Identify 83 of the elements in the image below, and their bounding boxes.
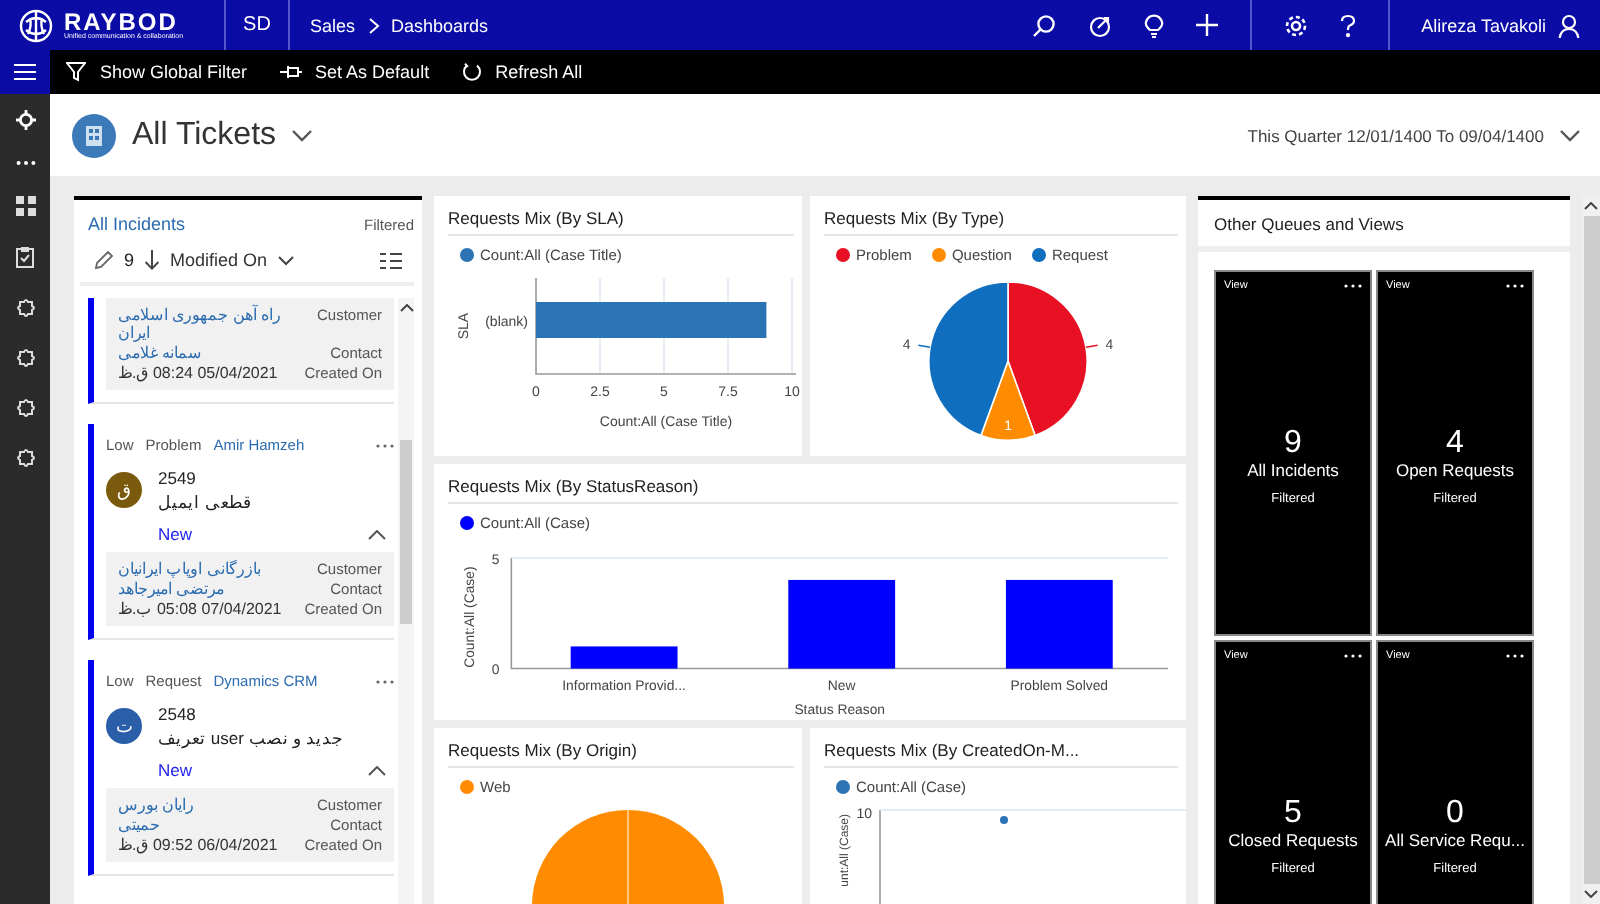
chevron-up-icon[interactable] — [1584, 202, 1598, 210]
detail-value[interactable]: حمیتی — [118, 816, 160, 834]
tile-name: Closed Requests — [1228, 830, 1358, 850]
dashboard-icon — [72, 113, 116, 157]
date-range-filter[interactable]: This Quarter 12/01/1400 To 09/04/1400 — [1247, 125, 1544, 145]
chevron-up-icon[interactable] — [399, 304, 413, 312]
pie-slice[interactable] — [1007, 281, 1088, 437]
status-label: New — [158, 524, 193, 544]
detail-value[interactable]: بازرگانی اوپاپ ایرانیان — [118, 560, 261, 578]
chevron-down-icon[interactable] — [292, 129, 313, 141]
refresh-icon — [461, 62, 482, 82]
avatar-initial: ت — [106, 708, 142, 744]
arrow-down-icon[interactable] — [144, 250, 161, 270]
list-options-icon[interactable] — [380, 251, 402, 269]
chevron-down-icon[interactable] — [1560, 129, 1580, 141]
scrollbar-thumb[interactable] — [1583, 216, 1599, 884]
axis-line — [879, 809, 881, 904]
tile-name: Open Requests — [1395, 460, 1515, 480]
incidents-title[interactable]: All Incidents — [88, 214, 186, 234]
tile-count: 9 — [1284, 428, 1302, 460]
chevron-up-icon[interactable] — [368, 529, 386, 539]
bar[interactable] — [788, 579, 896, 669]
command-button[interactable]: Set As Default — [263, 50, 446, 94]
target-icon[interactable] — [1087, 13, 1112, 37]
detail-value: 07/04/2021 05:08 ب.ظ — [118, 600, 282, 618]
user-name[interactable]: Alireza Tavakoli — [1421, 15, 1546, 35]
chevron-down-icon[interactable] — [1584, 890, 1598, 898]
chart-title: Requests Mix (By SLA) — [448, 196, 794, 236]
detail-value: 05/04/2021 08:24 ق.ظ — [118, 364, 278, 382]
chart-title: Requests Mix (By Origin) — [448, 728, 794, 768]
detail-value[interactable]: راه آهن جمهوری اسلامی ایران — [118, 306, 294, 342]
data-point[interactable] — [1000, 816, 1008, 824]
clipboard-icon[interactable] — [16, 246, 34, 268]
pie-slice[interactable] — [928, 281, 1009, 437]
bar[interactable] — [1005, 579, 1113, 669]
pie-slice[interactable] — [980, 360, 1036, 441]
scrollbar[interactable] — [1582, 196, 1600, 904]
sort-field[interactable]: Modified On — [170, 250, 268, 270]
detail-value: 06/04/2021 09:52 ق.ظ — [118, 836, 278, 854]
status-label: New — [158, 760, 193, 780]
command-button[interactable]: Refresh All — [445, 50, 599, 94]
pencil-icon[interactable] — [94, 250, 114, 270]
panel-title: Other Queues and Views — [1198, 200, 1570, 252]
chart-title: Requests Mix (By CreatedOn-M... — [824, 728, 1178, 768]
breadcrumb-link[interactable]: Dashboards — [391, 15, 489, 35]
scrollbar[interactable] — [398, 298, 414, 904]
person-icon[interactable] — [1558, 13, 1580, 37]
leader-line — [1085, 344, 1099, 349]
more-icon[interactable] — [15, 160, 35, 166]
detail-value[interactable]: مرتضی امیرجاهد — [118, 580, 225, 598]
settings-icon[interactable] — [1283, 13, 1308, 37]
search-icon[interactable] — [1031, 13, 1056, 37]
plus-icon[interactable] — [1195, 14, 1218, 36]
chevron-right-icon — [367, 17, 380, 33]
help-icon[interactable] — [1339, 13, 1356, 37]
tile-name: All Incidents — [1247, 460, 1339, 480]
lightbulb-icon[interactable] — [1143, 13, 1164, 37]
detail-value[interactable]: سمانه غلامی — [118, 344, 203, 362]
avatar-initial: ق — [106, 472, 142, 508]
ticket-number: 2549 — [158, 468, 198, 488]
pin-icon — [279, 64, 302, 80]
chart-title: Requests Mix (By StatusReason) — [448, 464, 1178, 504]
record-count: 9 — [124, 250, 135, 270]
command-button[interactable]: Show Global Filter — [50, 50, 264, 94]
chart-title: Requests Mix (By Type) — [824, 196, 1178, 236]
tile-count: 5 — [1284, 798, 1302, 830]
tile-count: 4 — [1446, 428, 1464, 460]
ticket-subject: قطعی ایمیل — [158, 492, 251, 512]
funnel-icon — [66, 62, 86, 82]
scrollbar-thumb[interactable] — [400, 440, 412, 624]
ticket-number: 2548 — [158, 704, 198, 724]
tile-count: 0 — [1446, 798, 1464, 830]
menu-icon[interactable] — [14, 64, 36, 80]
detail-value[interactable]: رایان بورس — [118, 796, 195, 814]
ticket-subject: جدید و نصب user تعریف — [158, 728, 345, 748]
grid-icon[interactable] — [15, 196, 35, 216]
chevron-down-icon[interactable] — [277, 255, 294, 265]
leader-line — [917, 344, 931, 349]
menu-button[interactable] — [0, 50, 50, 94]
dashboard-title[interactable]: All Tickets — [132, 117, 277, 153]
tile-name: All Service Requ... — [1385, 830, 1525, 850]
breadcrumb-link[interactable]: Sales — [310, 15, 356, 35]
chevron-up-icon[interactable] — [368, 765, 386, 775]
